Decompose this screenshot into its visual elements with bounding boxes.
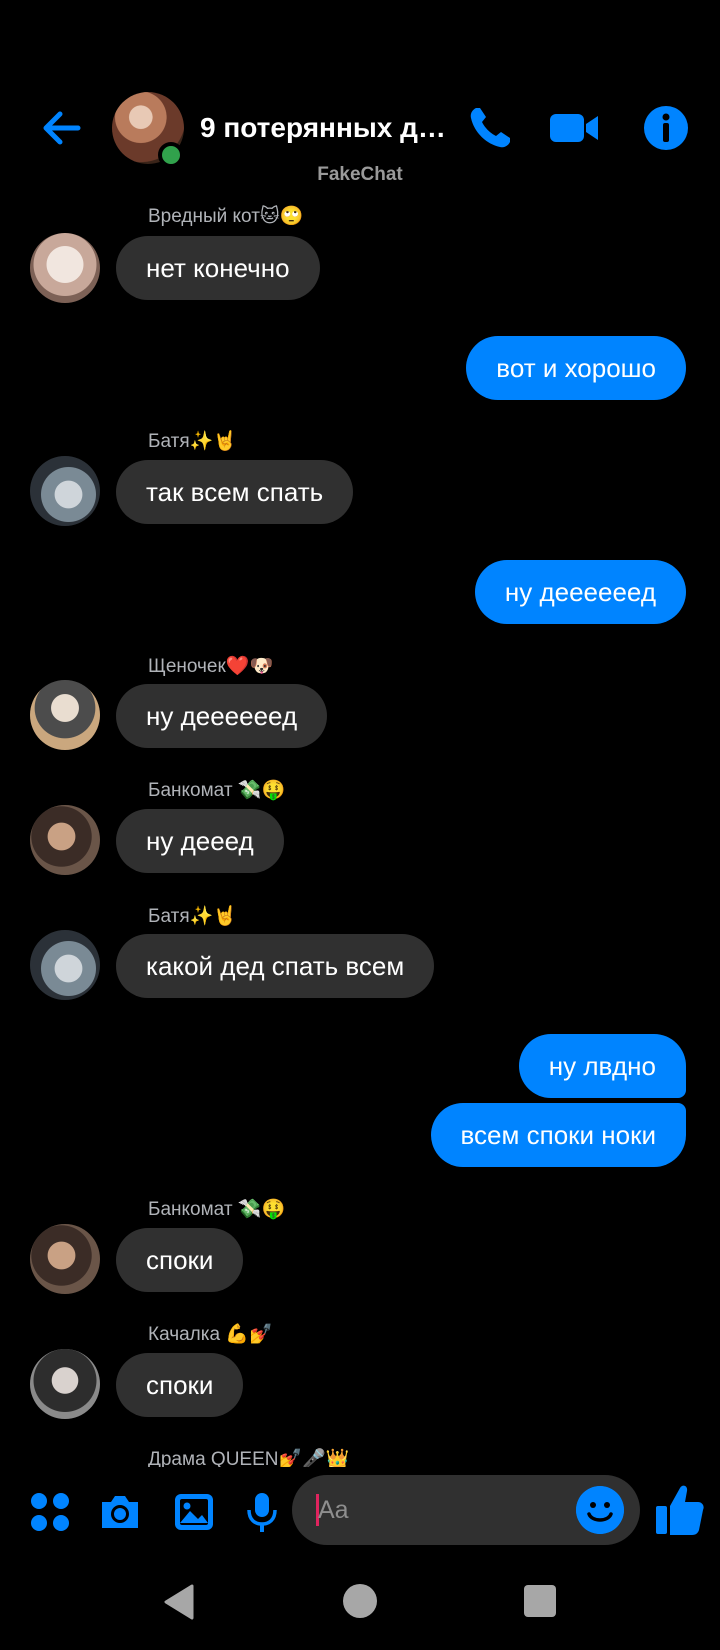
message-bubble-incoming[interactable]: так всем спать xyxy=(116,460,354,524)
gallery-icon[interactable] xyxy=(172,1490,216,1534)
avatar[interactable] xyxy=(30,233,100,303)
message-bubble-outgoing[interactable]: вот и хорошо xyxy=(466,336,686,400)
nav-back-icon[interactable] xyxy=(162,1584,196,1620)
phone-icon[interactable] xyxy=(464,102,516,154)
video-camera-icon[interactable] xyxy=(548,102,600,154)
emoji-icon[interactable] xyxy=(576,1486,624,1534)
avatar[interactable] xyxy=(30,456,100,526)
message-bubble-incoming[interactable]: ну дееед xyxy=(116,809,284,873)
camera-icon[interactable] xyxy=(98,1490,142,1534)
message-bubble-incoming[interactable]: ну деееееед xyxy=(116,684,328,748)
apps-icon[interactable] xyxy=(28,1490,72,1534)
chat-header: 9 потерянных де... FakeChat xyxy=(0,0,720,190)
message-bubble-incoming[interactable]: нет конечно xyxy=(116,236,320,300)
sender-name: Батя✨🤘 xyxy=(148,431,237,452)
thumbs-up-icon[interactable] xyxy=(654,1482,706,1538)
sender-name: Щеночек❤️🐶 xyxy=(148,656,274,677)
sender-name: Вредный кот🐱🙄 xyxy=(148,206,304,227)
app-subtitle: FakeChat xyxy=(317,164,403,185)
nav-recents-icon[interactable] xyxy=(524,1585,556,1617)
sender-name: Банкомат 💸🤑 xyxy=(148,1199,286,1220)
message-bubble-outgoing[interactable]: ну лвдно xyxy=(518,1034,686,1098)
avatar[interactable] xyxy=(30,930,100,1000)
message-bubble-outgoing[interactable]: ну деееееед xyxy=(474,560,686,624)
message-bubble-incoming[interactable]: споки xyxy=(116,1228,244,1292)
message-bubble-incoming[interactable]: какой дед спать всем xyxy=(116,934,435,998)
chat-title[interactable]: 9 потерянных де... xyxy=(200,112,455,144)
avatar[interactable] xyxy=(30,1224,100,1294)
message-input-placeholder: Aa xyxy=(318,1496,349,1524)
back-arrow-icon[interactable] xyxy=(38,104,86,152)
message-bubble-outgoing[interactable]: всем споки ноки xyxy=(430,1103,686,1167)
microphone-icon[interactable] xyxy=(240,1490,284,1534)
message-bubble-incoming[interactable]: споки xyxy=(116,1353,244,1417)
nav-home-icon[interactable] xyxy=(343,1584,377,1618)
info-icon[interactable] xyxy=(640,102,692,154)
sender-name: Банкомат 💸🤑 xyxy=(148,780,286,801)
sender-name: Батя✨🤘 xyxy=(148,906,237,927)
avatar[interactable] xyxy=(30,805,100,875)
avatar[interactable] xyxy=(30,680,100,750)
sender-name: Качалка 💪💅 xyxy=(148,1324,273,1345)
avatar[interactable] xyxy=(30,1349,100,1419)
